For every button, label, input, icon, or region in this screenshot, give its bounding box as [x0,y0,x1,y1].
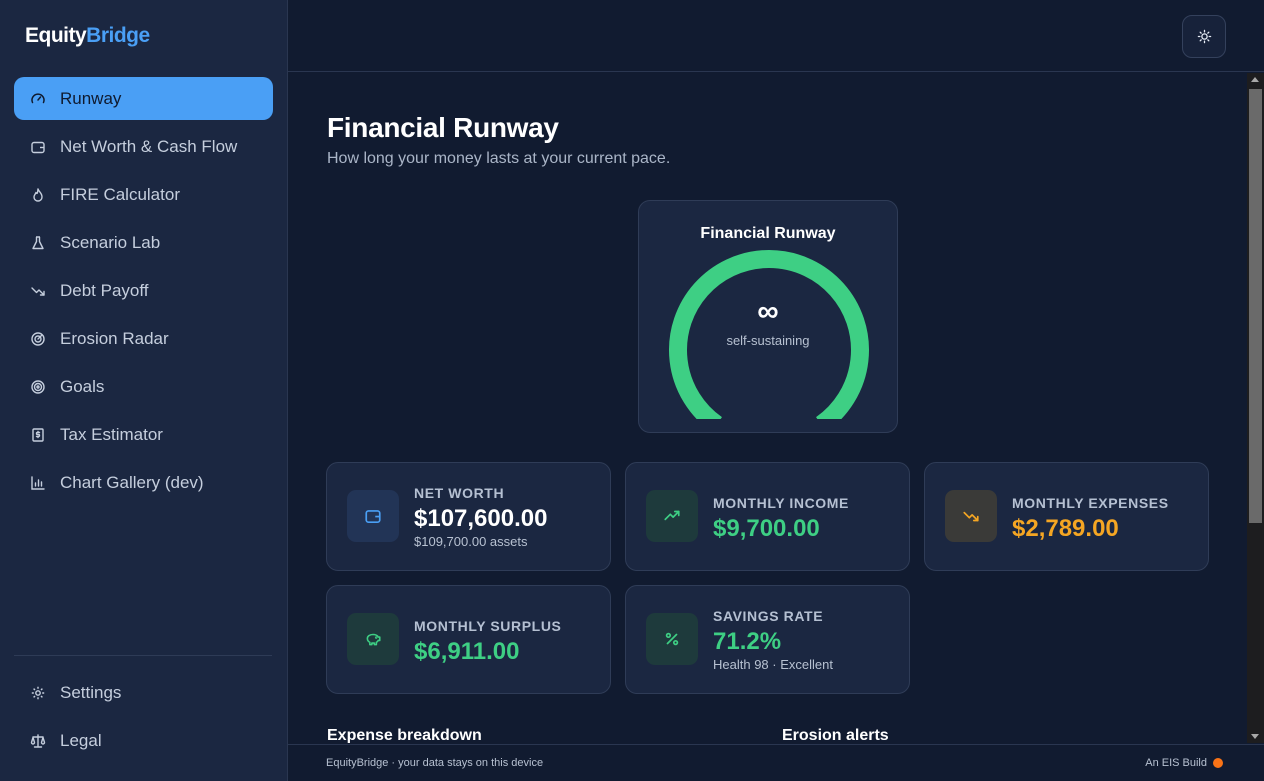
sidebar-item-label: Legal [60,730,102,750]
sidebar-item-label: Debt Payoff [60,280,149,300]
stat-value: 71.2% [713,628,782,655]
sidebar-item-fire-calculator[interactable]: FIRE Calculator [14,173,273,216]
main-scrollbar[interactable] [1247,73,1264,743]
trending-up-icon [664,510,680,521]
sidebar-item-scenario-lab[interactable]: Scenario Lab [14,221,273,264]
stat-icon-box [945,490,997,542]
stat-label: NET WORTH [414,485,505,501]
sidebar-item-label: Scenario Lab [60,232,161,252]
stat-value: $107,600.00 [414,505,548,532]
stat-icon-box [646,613,698,665]
trending-down-icon [30,283,46,299]
sidebar-nav: Runway Net Worth & Cash Flow FIRE Calcul… [14,77,273,509]
footer-build-label: An EIS Build [1145,757,1207,769]
sidebar-divider [14,655,272,656]
sidebar-item-label: Net Worth & Cash Flow [60,136,238,156]
sidebar-item-goals[interactable]: Goals [14,365,273,408]
sidebar-item-label: Goals [60,376,105,396]
sidebar-item-chart-gallery[interactable]: Chart Gallery (dev) [14,461,273,504]
stat-value: $6,911.00 [414,638,520,665]
sidebar-item-label: Tax Estimator [60,424,163,444]
stat-card-net-worth: NET WORTH $107,600.00 $109,700.00 assets [326,462,611,571]
sidebar-bottom-nav: Settings Legal [14,671,273,767]
footer: EquityBridge · your data stays on this d… [288,744,1264,781]
radar-icon [30,331,46,347]
main-content: Financial Runway How long your money las… [288,73,1247,743]
trending-down-icon [963,511,979,522]
sidebar-item-label: FIRE Calculator [60,184,180,204]
wallet-icon [365,510,381,524]
sidebar-item-debt-payoff[interactable]: Debt Payoff [14,269,273,312]
footer-privacy-note: EquityBridge · your data stays on this d… [326,757,544,769]
sidebar-item-label: Erosion Radar [60,328,169,348]
sidebar-item-erosion-radar[interactable]: Erosion Radar [14,317,273,360]
stat-card-monthly-expenses: MONTHLY EXPENSES $2,789.00 [924,462,1209,571]
sidebar-item-tax-estimator[interactable]: Tax Estimator [14,413,273,456]
section-title-erosion-alerts: Erosion alerts [782,727,889,743]
stat-icon-box [347,613,399,665]
stat-card-savings-rate: SAVINGS RATE 71.2% Health 98 · Excellent [625,585,910,694]
stat-subtext: Health 98 · Excellent [713,657,833,672]
top-bar [288,0,1264,72]
bar-chart-icon [30,475,46,491]
sidebar-item-legal[interactable]: Legal [14,719,273,762]
flask-icon [30,235,46,251]
piggy-bank-icon [366,633,381,646]
sidebar-item-settings[interactable]: Settings [14,671,273,714]
footer-build-credit: An EIS Build [1145,757,1223,769]
stat-icon-box [347,490,399,542]
percent-icon [665,632,679,646]
stat-icon-box [646,490,698,542]
sidebar-item-label: Runway [60,88,122,108]
stat-card-monthly-surplus: MONTHLY SURPLUS $6,911.00 [326,585,611,694]
sun-icon [1197,29,1211,44]
stat-label: MONTHLY EXPENSES [1012,495,1169,511]
logo-part-bridge: Bridge [86,24,150,47]
logo-part-equity: Equity [25,24,87,47]
runway-gauge-card: Financial Runway ∞ self-sustaining [638,200,898,433]
stat-value: $9,700.00 [713,515,820,542]
sidebar-item-net-worth[interactable]: Net Worth & Cash Flow [14,125,273,168]
sidebar-item-label: Settings [60,682,122,702]
page-subtitle: How long your money lasts at your curren… [327,150,671,167]
receipt-icon [30,427,46,443]
stat-label: MONTHLY INCOME [713,495,849,511]
stat-label: MONTHLY SURPLUS [414,618,562,634]
page-title: Financial Runway [327,112,559,143]
stat-value: $2,789.00 [1012,515,1119,542]
section-title-expense-breakdown: Expense breakdown [327,727,482,743]
gauge-icon [30,91,46,107]
sidebar-item-runway[interactable]: Runway [14,77,273,120]
scrollbar-thumb[interactable] [1249,89,1262,523]
sidebar-item-label: Chart Gallery (dev) [60,472,204,492]
gauge-value: ∞ [757,295,779,328]
scale-icon [30,733,46,749]
stat-label: SAVINGS RATE [713,608,824,624]
gauge-title: Financial Runway [700,225,836,242]
stat-subtext: $109,700.00 assets [414,534,528,549]
stat-card-monthly-income: MONTHLY INCOME $9,700.00 [625,462,910,571]
sidebar: EquityBridge Runway Net Worth & Cash Flo… [0,0,288,781]
build-status-dot [1213,758,1223,768]
scroll-down-arrow[interactable] [1251,734,1259,739]
gear-icon [30,685,46,701]
scroll-up-arrow[interactable] [1251,77,1259,82]
flame-icon [30,187,46,203]
target-icon [30,379,46,395]
gauge-caption: self-sustaining [726,333,810,348]
theme-toggle-button[interactable] [1182,15,1226,58]
app-logo[interactable]: EquityBridge [25,24,150,48]
wallet-icon [30,139,46,155]
